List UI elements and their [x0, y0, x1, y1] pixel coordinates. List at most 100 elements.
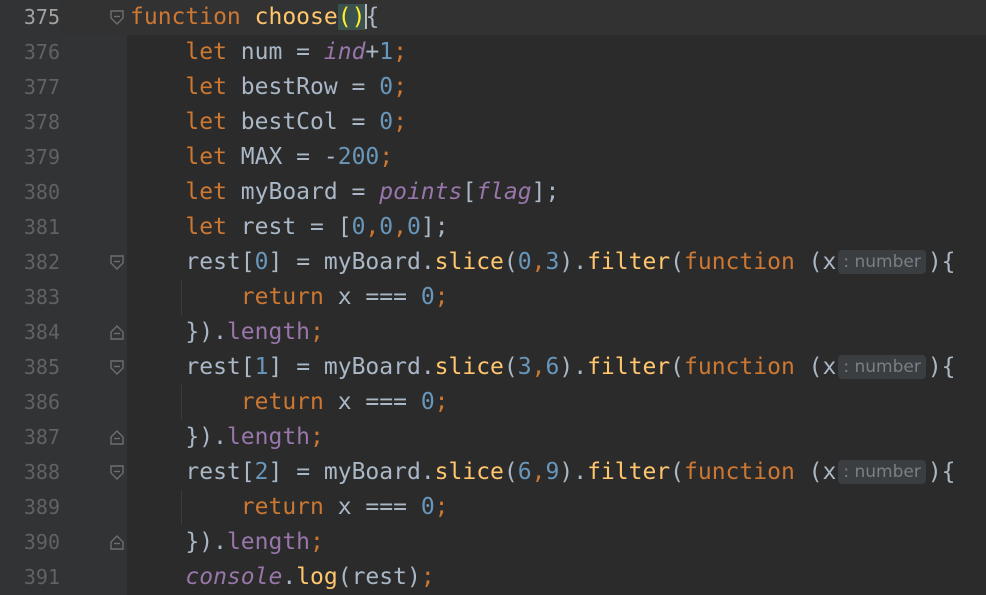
- code-text[interactable]: console.log(rest);: [130, 560, 435, 595]
- keyword-token: let: [185, 144, 227, 170]
- identifier-token: ] = myBoard.: [268, 249, 435, 275]
- operator-token: +: [365, 39, 380, 65]
- code-line[interactable]: 389 return x === 0;: [0, 490, 986, 525]
- number-token: 200: [337, 144, 380, 170]
- keyword-token: let: [185, 74, 227, 100]
- number-token: 0: [379, 214, 394, 240]
- bracket-semicolon-token: ];: [531, 179, 560, 205]
- line-number[interactable]: 388: [0, 455, 60, 490]
- global-token: points: [379, 179, 463, 205]
- line-number[interactable]: 389: [0, 490, 60, 525]
- code-line[interactable]: 377 let bestRow = 0;: [0, 70, 986, 105]
- brace-paren-dot-token: }).: [185, 424, 227, 450]
- code-text[interactable]: }).length;: [130, 420, 324, 455]
- code-text[interactable]: let rest = [0,0,0];: [130, 210, 448, 245]
- line-number[interactable]: 376: [0, 35, 60, 70]
- code-line[interactable]: 390 }).length;: [0, 525, 986, 560]
- code-text[interactable]: let MAX = -200;: [130, 140, 393, 175]
- paren-token: (: [670, 249, 685, 275]
- number-token: 0: [420, 284, 435, 310]
- code-text[interactable]: }).length;: [130, 525, 324, 560]
- line-number[interactable]: 380: [0, 175, 60, 210]
- code-line-current[interactable]: 375 function choose(){: [0, 0, 986, 35]
- keyword-token: return: [240, 389, 324, 415]
- fold-close-icon[interactable]: [109, 534, 125, 551]
- code-text[interactable]: let myBoard = points[flag];: [130, 175, 559, 210]
- code-text[interactable]: return x === 0;: [130, 490, 449, 525]
- number-token: 6: [545, 354, 560, 380]
- identifier-token: x ===: [323, 284, 421, 310]
- type-hint: : number: [838, 355, 926, 379]
- comma-token: ,: [393, 214, 407, 240]
- code-line[interactable]: 382 rest[0] = myBoard.slice(0,3).filter(…: [0, 245, 986, 280]
- semicolon-token: ;: [434, 389, 449, 415]
- line-number[interactable]: 387: [0, 420, 60, 455]
- code-line[interactable]: 376 let num = ind+1;: [0, 35, 986, 70]
- comma-token: ,: [531, 249, 546, 275]
- code-text[interactable]: let bestRow = 0;: [130, 70, 407, 105]
- code-text[interactable]: rest[1] = myBoard.slice(3,6).filter(func…: [130, 350, 955, 385]
- line-number[interactable]: 383: [0, 280, 60, 315]
- number-token: 2: [254, 459, 269, 485]
- number-token: 1: [379, 39, 394, 65]
- global-token: flag: [476, 179, 532, 205]
- fold-close-icon[interactable]: [109, 324, 125, 341]
- type-hint: : number: [838, 250, 926, 274]
- brace-paren-dot-token: }).: [185, 529, 227, 555]
- number-token: 1: [254, 354, 269, 380]
- property-token: length: [226, 424, 311, 450]
- code-line[interactable]: 383 return x === 0;: [0, 280, 986, 315]
- code-line[interactable]: 387 }).length;: [0, 420, 986, 455]
- paren-token: (: [670, 354, 685, 380]
- number-token: 0: [420, 494, 435, 520]
- code-line[interactable]: 381 let rest = [0,0,0];: [0, 210, 986, 245]
- fold-close-icon[interactable]: [109, 429, 125, 446]
- code-line[interactable]: 391 console.log(rest);: [0, 560, 986, 595]
- line-number[interactable]: 377: [0, 70, 60, 105]
- property-token: length: [226, 529, 311, 555]
- code-line[interactable]: 385 rest[1] = myBoard.slice(3,6).filter(…: [0, 350, 986, 385]
- line-number[interactable]: 382: [0, 245, 60, 280]
- paren-brace-token: ){: [927, 459, 956, 485]
- code-text[interactable]: function choose(){: [130, 0, 379, 35]
- fold-open-icon[interactable]: [109, 9, 125, 26]
- fold-open-icon[interactable]: [109, 359, 125, 376]
- code-text[interactable]: return x === 0;: [130, 385, 449, 420]
- code-line[interactable]: 386 return x === 0;: [0, 385, 986, 420]
- code-text[interactable]: let bestCol = 0;: [130, 105, 407, 140]
- code-text[interactable]: }).length;: [130, 315, 324, 350]
- code-editor[interactable]: 375 function choose(){ 376 let num = ind…: [0, 0, 986, 595]
- identifier-token: myBoard =: [226, 179, 380, 205]
- line-number[interactable]: 391: [0, 560, 60, 595]
- code-text[interactable]: rest[2] = myBoard.slice(6,9).filter(func…: [130, 455, 956, 490]
- semicolon-token: ;: [310, 529, 324, 555]
- line-number[interactable]: 390: [0, 525, 60, 560]
- code-line[interactable]: 379 let MAX = -200;: [0, 140, 986, 175]
- method-token: filter: [587, 249, 671, 275]
- code-text[interactable]: let num = ind+1;: [130, 35, 407, 70]
- keyword-token: function: [684, 354, 795, 380]
- line-number[interactable]: 386: [0, 385, 60, 420]
- line-number[interactable]: 378: [0, 105, 60, 140]
- brace-paren-dot-token: }).: [185, 319, 227, 345]
- line-number[interactable]: 381: [0, 210, 60, 245]
- code-text[interactable]: return x === 0;: [130, 280, 449, 315]
- line-number[interactable]: 385: [0, 350, 60, 385]
- code-line[interactable]: 388 rest[2] = myBoard.slice(6,9).filter(…: [0, 455, 986, 490]
- line-number[interactable]: 375: [0, 0, 60, 35]
- line-number[interactable]: 384: [0, 315, 60, 350]
- line-number[interactable]: 379: [0, 140, 60, 175]
- code-text[interactable]: rest[0] = myBoard.slice(0,3).filter(func…: [130, 245, 955, 280]
- type-hint: : number: [838, 460, 926, 484]
- semicolon-token: ;: [420, 564, 435, 590]
- fold-open-icon[interactable]: [109, 254, 125, 271]
- identifier-token: rest[: [185, 249, 255, 275]
- method-token: slice: [434, 249, 504, 275]
- fold-open-icon[interactable]: [109, 464, 125, 481]
- code-line[interactable]: 380 let myBoard = points[flag];: [0, 175, 986, 210]
- code-line[interactable]: 384 }).length;: [0, 315, 986, 350]
- keyword-token: let: [185, 179, 227, 205]
- paren-token: (: [503, 459, 518, 485]
- identifier-token: rest[: [185, 459, 255, 485]
- code-line[interactable]: 378 let bestCol = 0;: [0, 105, 986, 140]
